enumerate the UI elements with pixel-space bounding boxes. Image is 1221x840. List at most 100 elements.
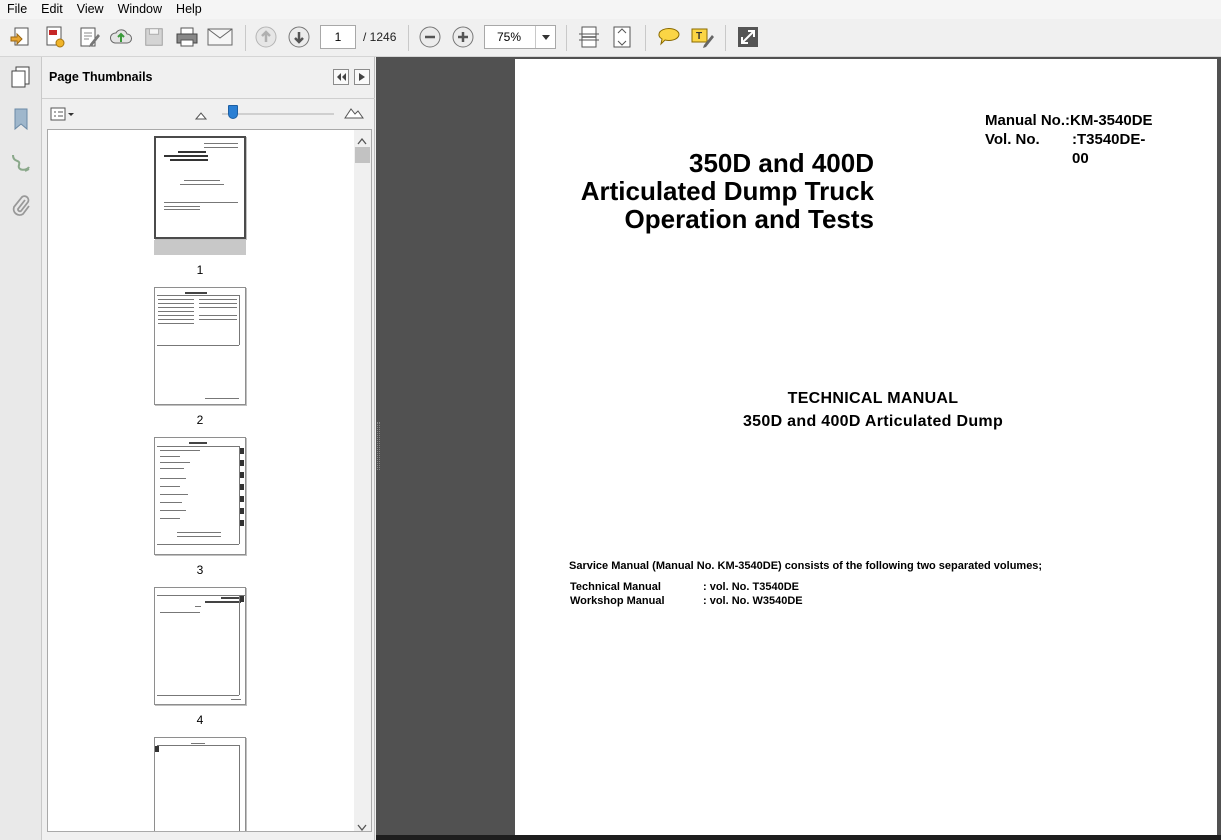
thumb-text-line — [221, 597, 241, 599]
email-button[interactable] — [206, 23, 234, 51]
thumb-text-line — [158, 315, 194, 316]
zoom-out-button[interactable] — [416, 23, 444, 51]
thumb-text-line — [155, 746, 159, 752]
printer-icon — [176, 27, 198, 47]
page-number-input[interactable]: 1 — [320, 25, 356, 49]
thumb-text-line — [158, 307, 194, 308]
open-file-button[interactable] — [7, 23, 35, 51]
thumb-text-line — [199, 307, 237, 308]
edit-pdf-button[interactable] — [75, 23, 103, 51]
thumbnail-page-4[interactable] — [154, 587, 246, 705]
thumbnail-size-slider-track[interactable] — [222, 113, 334, 115]
svg-text:T: T — [696, 31, 702, 42]
thumb-text-line — [240, 484, 244, 490]
thumb-text-line — [240, 496, 244, 502]
full-screen-button[interactable] — [734, 23, 762, 51]
save-button[interactable] — [140, 23, 168, 51]
previous-page-button[interactable] — [252, 23, 280, 51]
thumb-text-line — [240, 520, 244, 526]
thumbnail-label-3: 3 — [196, 563, 204, 577]
chevron-down-icon[interactable] — [535, 26, 555, 48]
selected-thumbnail-shadow — [154, 240, 246, 255]
scroll-up-icon[interactable] — [357, 134, 367, 148]
upload-cloud-button[interactable] — [107, 23, 135, 51]
add-comment-button[interactable] — [655, 23, 683, 51]
thumb-text-line — [240, 460, 244, 466]
thumbnail-options-button[interactable] — [50, 105, 76, 123]
volume-value-1: : vol. No. T3540DE — [703, 581, 799, 593]
manual-number: Manual No.:KM-3540DE — [985, 112, 1153, 129]
highlight-text-icon: T — [691, 28, 714, 48]
thumb-text-line — [160, 518, 180, 519]
thumb-text-line — [157, 745, 239, 746]
thumb-text-line — [160, 462, 190, 463]
fit-width-button[interactable] — [575, 23, 603, 51]
fit-page-button[interactable] — [608, 23, 636, 51]
zoom-select[interactable]: 75% — [484, 25, 556, 49]
thumb-text-line — [180, 184, 224, 185]
panel-resize-handle[interactable] — [377, 422, 380, 470]
thumb-text-line — [205, 601, 241, 603]
paperclip-icon — [12, 195, 30, 216]
thumb-text-line — [204, 143, 238, 144]
title-line-2: Articulated Dump Truck — [580, 176, 874, 206]
double-chevron-left-icon — [337, 73, 346, 81]
menu-help[interactable]: Help — [169, 0, 209, 19]
thumb-text-line — [164, 202, 238, 203]
volume-value-2: : vol. No. W3540DE — [703, 595, 803, 607]
thumbnail-page-3[interactable] — [154, 437, 246, 555]
bookmark-icon — [14, 108, 28, 131]
document-view[interactable]: Manual No.:KM-3540DE Vol. No. :T3540DE-0… — [376, 57, 1221, 840]
thumbnail-tools — [42, 99, 375, 129]
thumbnail-list[interactable]: 1 2 3 4 — [47, 129, 372, 832]
thumb-text-line — [170, 159, 208, 161]
technical-manual-subtitle: 350D and 400D Articulated Dump — [742, 413, 1004, 430]
thumb-text-line — [160, 494, 188, 495]
bookmarks-button[interactable] — [7, 105, 35, 133]
page-thumbnails-button[interactable] — [7, 63, 35, 91]
page-total-label: / 1246 — [363, 30, 397, 44]
scrollbar-thumb[interactable] — [355, 147, 370, 163]
thumb-text-line — [157, 345, 239, 346]
menu-window[interactable]: Window — [111, 0, 169, 19]
thumbnail-page-2[interactable] — [154, 287, 246, 405]
collapse-panel-button[interactable] — [333, 69, 349, 85]
menu-file[interactable]: File — [0, 0, 34, 19]
thumbnail-page-5[interactable] — [154, 737, 246, 831]
thumbnail-page-1[interactable] — [154, 136, 246, 239]
thumb-text-line — [204, 147, 238, 148]
create-pdf-button[interactable] — [41, 23, 69, 51]
menu-edit[interactable]: Edit — [34, 0, 70, 19]
thumb-text-line — [157, 695, 239, 696]
toolbar-separator — [245, 25, 246, 51]
expand-icon — [738, 27, 758, 47]
print-button[interactable] — [173, 23, 201, 51]
zoom-in-button[interactable] — [449, 23, 477, 51]
thumb-text-line — [239, 595, 240, 695]
toolbar-separator — [408, 25, 409, 51]
thumbnail-size-slider-handle[interactable] — [228, 105, 238, 119]
thumb-text-line — [199, 303, 237, 304]
thumb-text-line — [157, 446, 239, 447]
panel-title: Page Thumbnails — [49, 70, 153, 84]
panel-options-button[interactable] — [354, 69, 370, 85]
toolbar-separator — [645, 25, 646, 51]
small-thumbnails-icon[interactable] — [194, 109, 208, 123]
thumb-text-line — [160, 468, 184, 469]
menu-bar: File Edit View Window Help — [0, 0, 1221, 19]
thumb-text-line — [205, 398, 239, 399]
signatures-button[interactable] — [7, 149, 35, 177]
thumb-text-line — [158, 303, 194, 304]
attachments-button[interactable] — [7, 192, 35, 220]
thumb-text-line — [158, 311, 194, 312]
menu-view[interactable]: View — [70, 0, 111, 19]
thumb-text-line — [177, 532, 221, 533]
toolbar: 1 / 1246 75% T — [0, 19, 1221, 57]
thumb-text-line — [191, 743, 205, 744]
large-thumbnails-icon[interactable] — [344, 106, 364, 122]
scroll-down-icon[interactable] — [357, 820, 367, 831]
thumbnail-scrollbar[interactable] — [354, 130, 371, 831]
highlight-text-button[interactable]: T — [688, 23, 716, 51]
thumb-text-line — [177, 536, 221, 537]
next-page-button[interactable] — [285, 23, 313, 51]
